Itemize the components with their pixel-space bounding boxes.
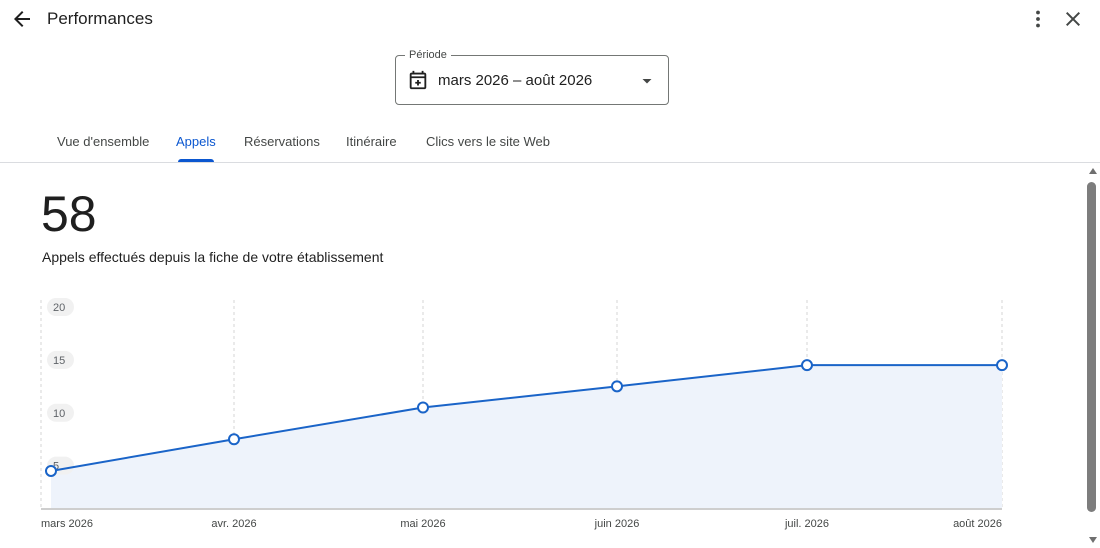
tabs-divider (0, 162, 1100, 163)
tab-website-clicks[interactable]: Clics vers le site Web (426, 134, 550, 149)
tabs-bar: Vue d'ensemble Appels Réservations Itiné… (0, 118, 1100, 164)
period-value: mars 2026 – août 2026 (438, 72, 593, 89)
tab-overview[interactable]: Vue d'ensemble (57, 134, 149, 149)
page-title: Performances (47, 9, 153, 28)
calls-total: 58 (41, 186, 97, 242)
x-tick-label: avr. 2026 (211, 518, 256, 530)
x-tick-label: août 2026 (953, 518, 1002, 530)
period-select[interactable]: Période mars 2026 – août 2026 (395, 48, 669, 105)
arrow-left-icon[interactable] (10, 7, 34, 31)
tab-reservations[interactable]: Réservations (244, 134, 320, 149)
y-tick-label: 15 (53, 355, 65, 367)
data-point (45, 464, 57, 477)
calls-line-chart: 5101520mars 2026 avr. 2026 mai 2026 juin 20… (40, 298, 1008, 530)
more-vert-icon[interactable] (1026, 7, 1050, 31)
data-point (611, 380, 623, 393)
data-point (801, 359, 813, 372)
calls-description: Appels effectués depuis la fiche de votr… (42, 249, 384, 265)
scroll-up-arrow-icon[interactable] (1089, 168, 1097, 174)
tab-calls[interactable]: Appels (176, 134, 216, 149)
close-icon[interactable] (1061, 7, 1085, 31)
scrollbar-thumb[interactable] (1087, 182, 1096, 512)
calendar-icon (409, 70, 427, 90)
header-bar: Performances (0, 0, 1100, 40)
data-point (228, 433, 240, 446)
area-fill (51, 365, 1002, 508)
x-tick-label: mai 2026 (400, 518, 445, 530)
x-tick-label: juil. 2026 (784, 518, 829, 530)
dropdown-caret-icon (642, 79, 652, 84)
x-tick-label: mars 2026 (41, 518, 93, 530)
data-point (996, 359, 1008, 372)
tab-directions[interactable]: Itinéraire (346, 134, 397, 149)
x-tick-label: juin 2026 (594, 518, 640, 530)
data-point (417, 401, 429, 414)
period-label: Période (405, 48, 451, 62)
y-tick-label: 20 (53, 302, 65, 314)
scroll-down-arrow-icon[interactable] (1089, 537, 1097, 543)
y-tick-label: 10 (53, 408, 65, 420)
